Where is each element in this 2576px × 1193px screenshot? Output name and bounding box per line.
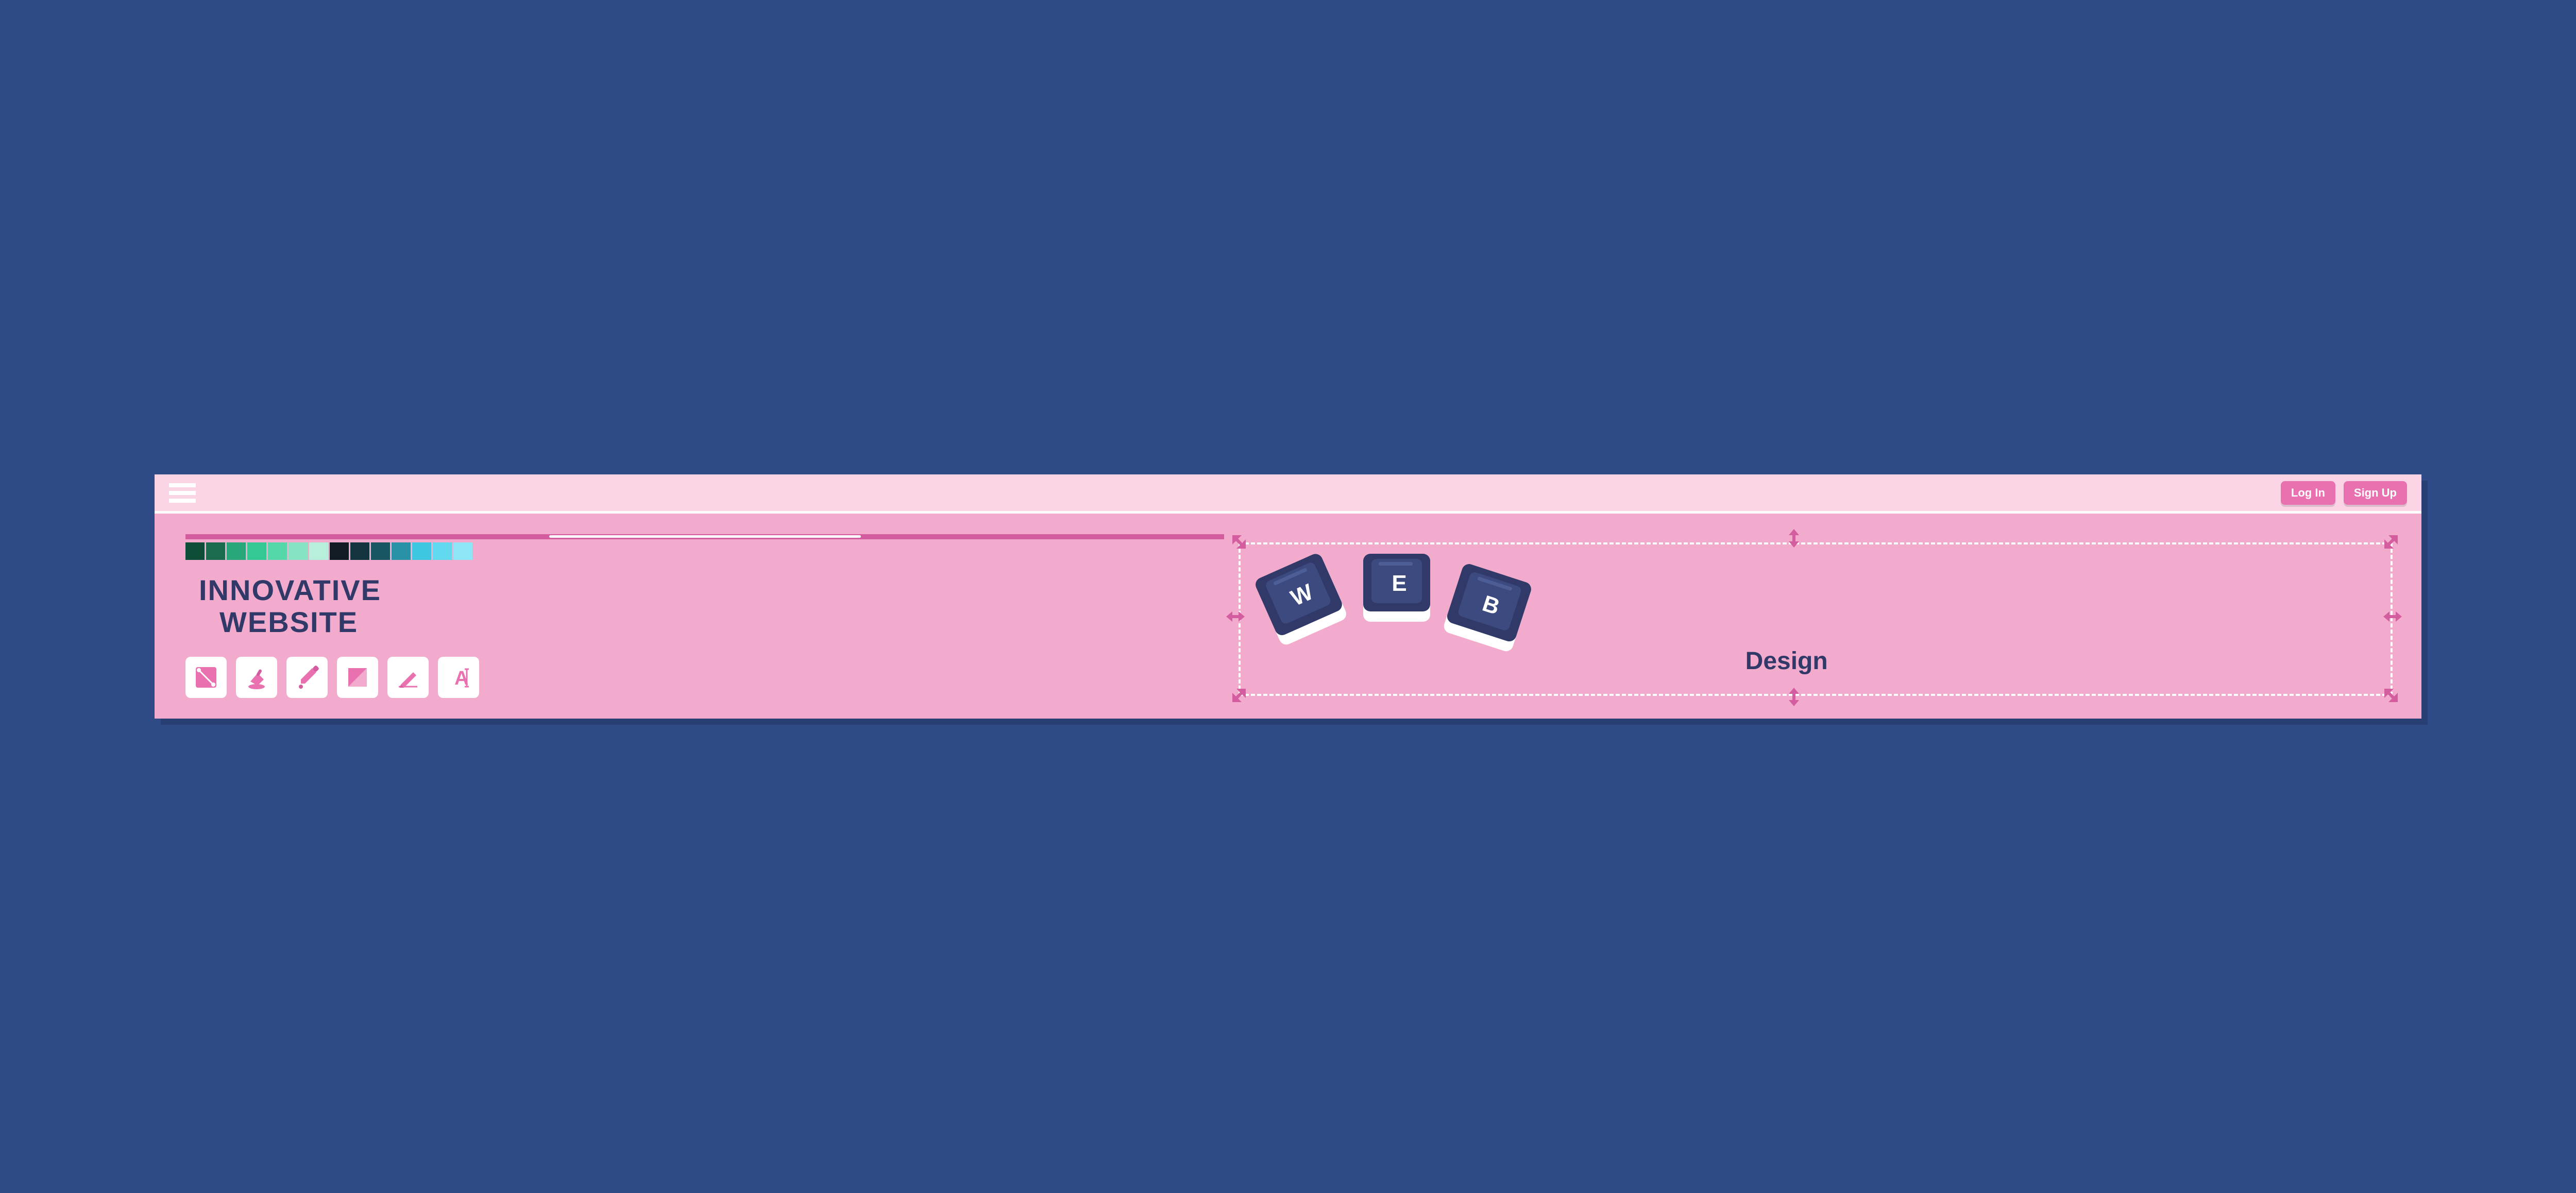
color-swatch[interactable] <box>289 542 308 560</box>
color-swatch[interactable] <box>206 542 225 560</box>
keycap-w: W <box>1246 541 1362 659</box>
titlebar: Log In Sign Up <box>155 474 2421 514</box>
palette-scrollbar[interactable] <box>185 534 1224 539</box>
left-panel: INNOVATIVE WEBSITE A <box>185 534 1224 697</box>
type-tool-icon[interactable]: A <box>438 657 479 698</box>
color-swatch[interactable] <box>350 542 369 560</box>
keycap-b: B <box>1434 554 1545 667</box>
gradient-icon[interactable] <box>337 657 378 698</box>
color-swatch[interactable] <box>392 542 411 560</box>
eyedropper-icon[interactable] <box>286 657 328 698</box>
design-label: Design <box>1745 647 1828 675</box>
color-swatch[interactable] <box>330 542 349 560</box>
content-area: INNOVATIVE WEBSITE A <box>155 514 2421 718</box>
login-button[interactable]: Log In <box>2281 481 2335 505</box>
pencil-icon[interactable] <box>387 657 429 698</box>
color-swatch[interactable] <box>185 542 205 560</box>
color-swatch[interactable] <box>268 542 287 560</box>
color-palette <box>185 534 1224 560</box>
color-swatch[interactable] <box>453 542 472 560</box>
headline-line-1: INNOVATIVE <box>199 574 1224 606</box>
right-panel: W E <box>1224 534 2396 697</box>
color-swatch[interactable] <box>412 542 431 560</box>
color-swatch[interactable] <box>309 542 328 560</box>
svg-text:E: E <box>1392 571 1407 596</box>
color-swatch[interactable] <box>371 542 390 560</box>
page-headline: INNOVATIVE WEBSITE <box>199 574 1224 638</box>
paint-bucket-icon[interactable] <box>236 657 277 698</box>
color-swatch[interactable] <box>227 542 246 560</box>
hamburger-menu-icon[interactable] <box>169 483 196 503</box>
tool-row: A <box>185 657 1224 698</box>
headline-line-2: WEBSITE <box>219 606 1224 638</box>
color-swatch[interactable] <box>247 542 266 560</box>
color-swatch[interactable] <box>433 542 452 560</box>
keycap-e: E <box>1358 547 1440 632</box>
app-window: Log In Sign Up INNOVATIVE WEBSITE A <box>155 474 2421 718</box>
signup-button[interactable]: Sign Up <box>2344 481 2407 505</box>
shape-tool-icon[interactable] <box>185 657 227 698</box>
